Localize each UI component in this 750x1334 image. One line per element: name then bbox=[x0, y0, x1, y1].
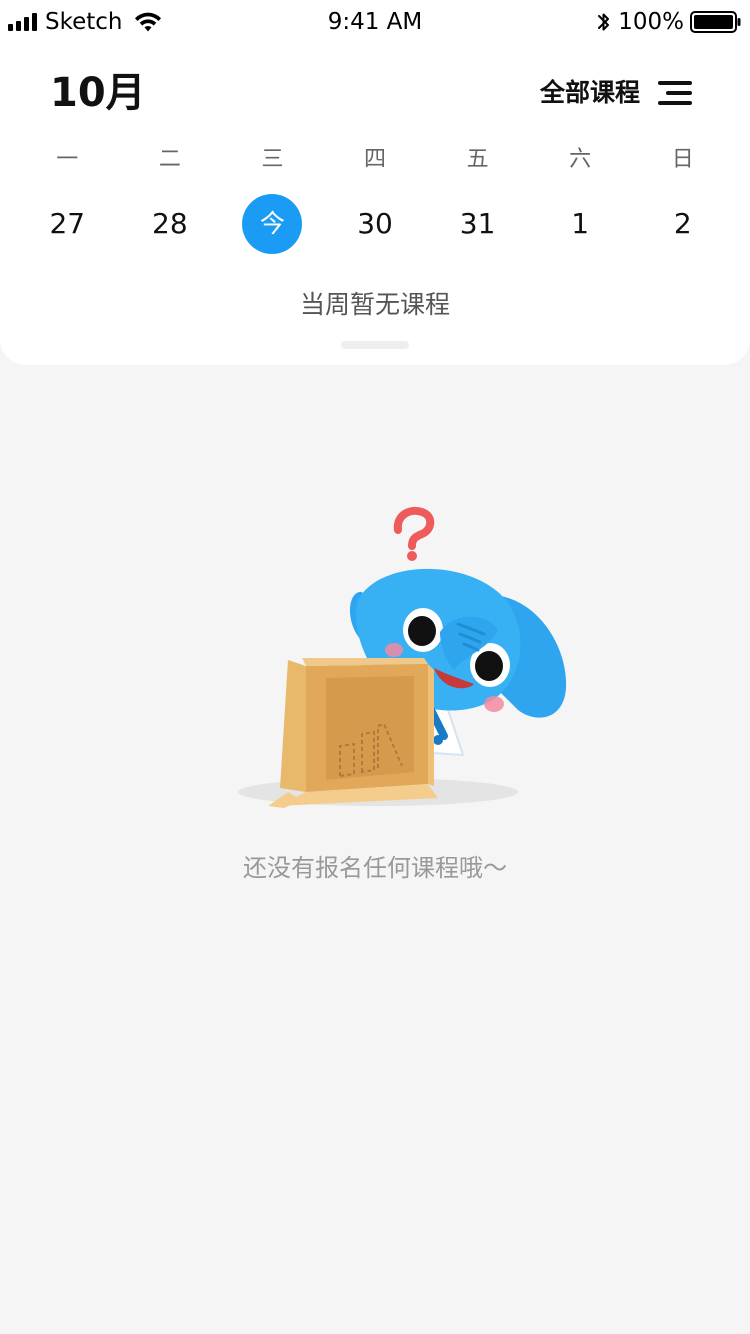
date-row: 27 28 今 30 31 1 2 bbox=[16, 193, 734, 255]
calendar-panel: Sketch 9:41 AM 100% 10月 全部课程 一 二 三 四 五 六… bbox=[0, 0, 750, 365]
date-cell[interactable]: 1 bbox=[529, 193, 632, 255]
date-number: 1 bbox=[571, 207, 590, 240]
schedule-screen: Sketch 9:41 AM 100% 10月 全部课程 一 二 三 四 五 六… bbox=[0, 0, 750, 1334]
weekday-row: 一 二 三 四 五 六 日 bbox=[16, 142, 734, 178]
bluetooth-icon bbox=[598, 13, 610, 31]
elephant-with-box-illustration bbox=[238, 507, 567, 808]
panel-drag-handle[interactable] bbox=[341, 341, 409, 349]
empty-state-message: 还没有报名任何课程哦～ bbox=[243, 854, 507, 882]
date-number: 28 bbox=[152, 207, 188, 240]
battery-percent: 100% bbox=[618, 9, 684, 35]
date-cell-today[interactable]: 今 bbox=[221, 193, 324, 255]
weekday-label: 六 bbox=[569, 147, 592, 172]
battery-icon bbox=[690, 11, 741, 33]
menu-icon[interactable] bbox=[658, 79, 694, 107]
status-bar: Sketch 9:41 AM 100% bbox=[0, 0, 750, 44]
cardboard-box-icon bbox=[268, 658, 438, 808]
date-number: 2 bbox=[673, 207, 692, 240]
all-courses-label: 全部课程 bbox=[539, 78, 640, 107]
weekday-label: 一 bbox=[56, 147, 79, 172]
date-cell[interactable]: 27 bbox=[16, 193, 119, 255]
date-cell[interactable]: 2 bbox=[631, 193, 734, 255]
date-cell[interactable]: 28 bbox=[119, 193, 222, 255]
weekday-label: 四 bbox=[364, 147, 387, 172]
date-number: 30 bbox=[357, 207, 393, 240]
status-right: 100% bbox=[596, 8, 742, 36]
date-number: 31 bbox=[459, 207, 496, 240]
question-mark-icon bbox=[393, 507, 435, 561]
week-no-course-notice: 当周暂无课程 bbox=[299, 290, 450, 319]
all-courses-button[interactable]: 全部课程 bbox=[540, 72, 694, 114]
weekday-label: 三 bbox=[261, 147, 284, 172]
date-number: 27 bbox=[49, 207, 86, 240]
date-cell[interactable]: 31 bbox=[426, 193, 529, 255]
weekday-label: 二 bbox=[158, 147, 181, 172]
date-cell[interactable]: 30 bbox=[324, 193, 427, 255]
weekday-label: 日 bbox=[671, 147, 694, 172]
today-badge: 今 bbox=[242, 194, 303, 254]
month-title: 10月 bbox=[50, 70, 146, 116]
weekday-label: 五 bbox=[466, 147, 489, 172]
